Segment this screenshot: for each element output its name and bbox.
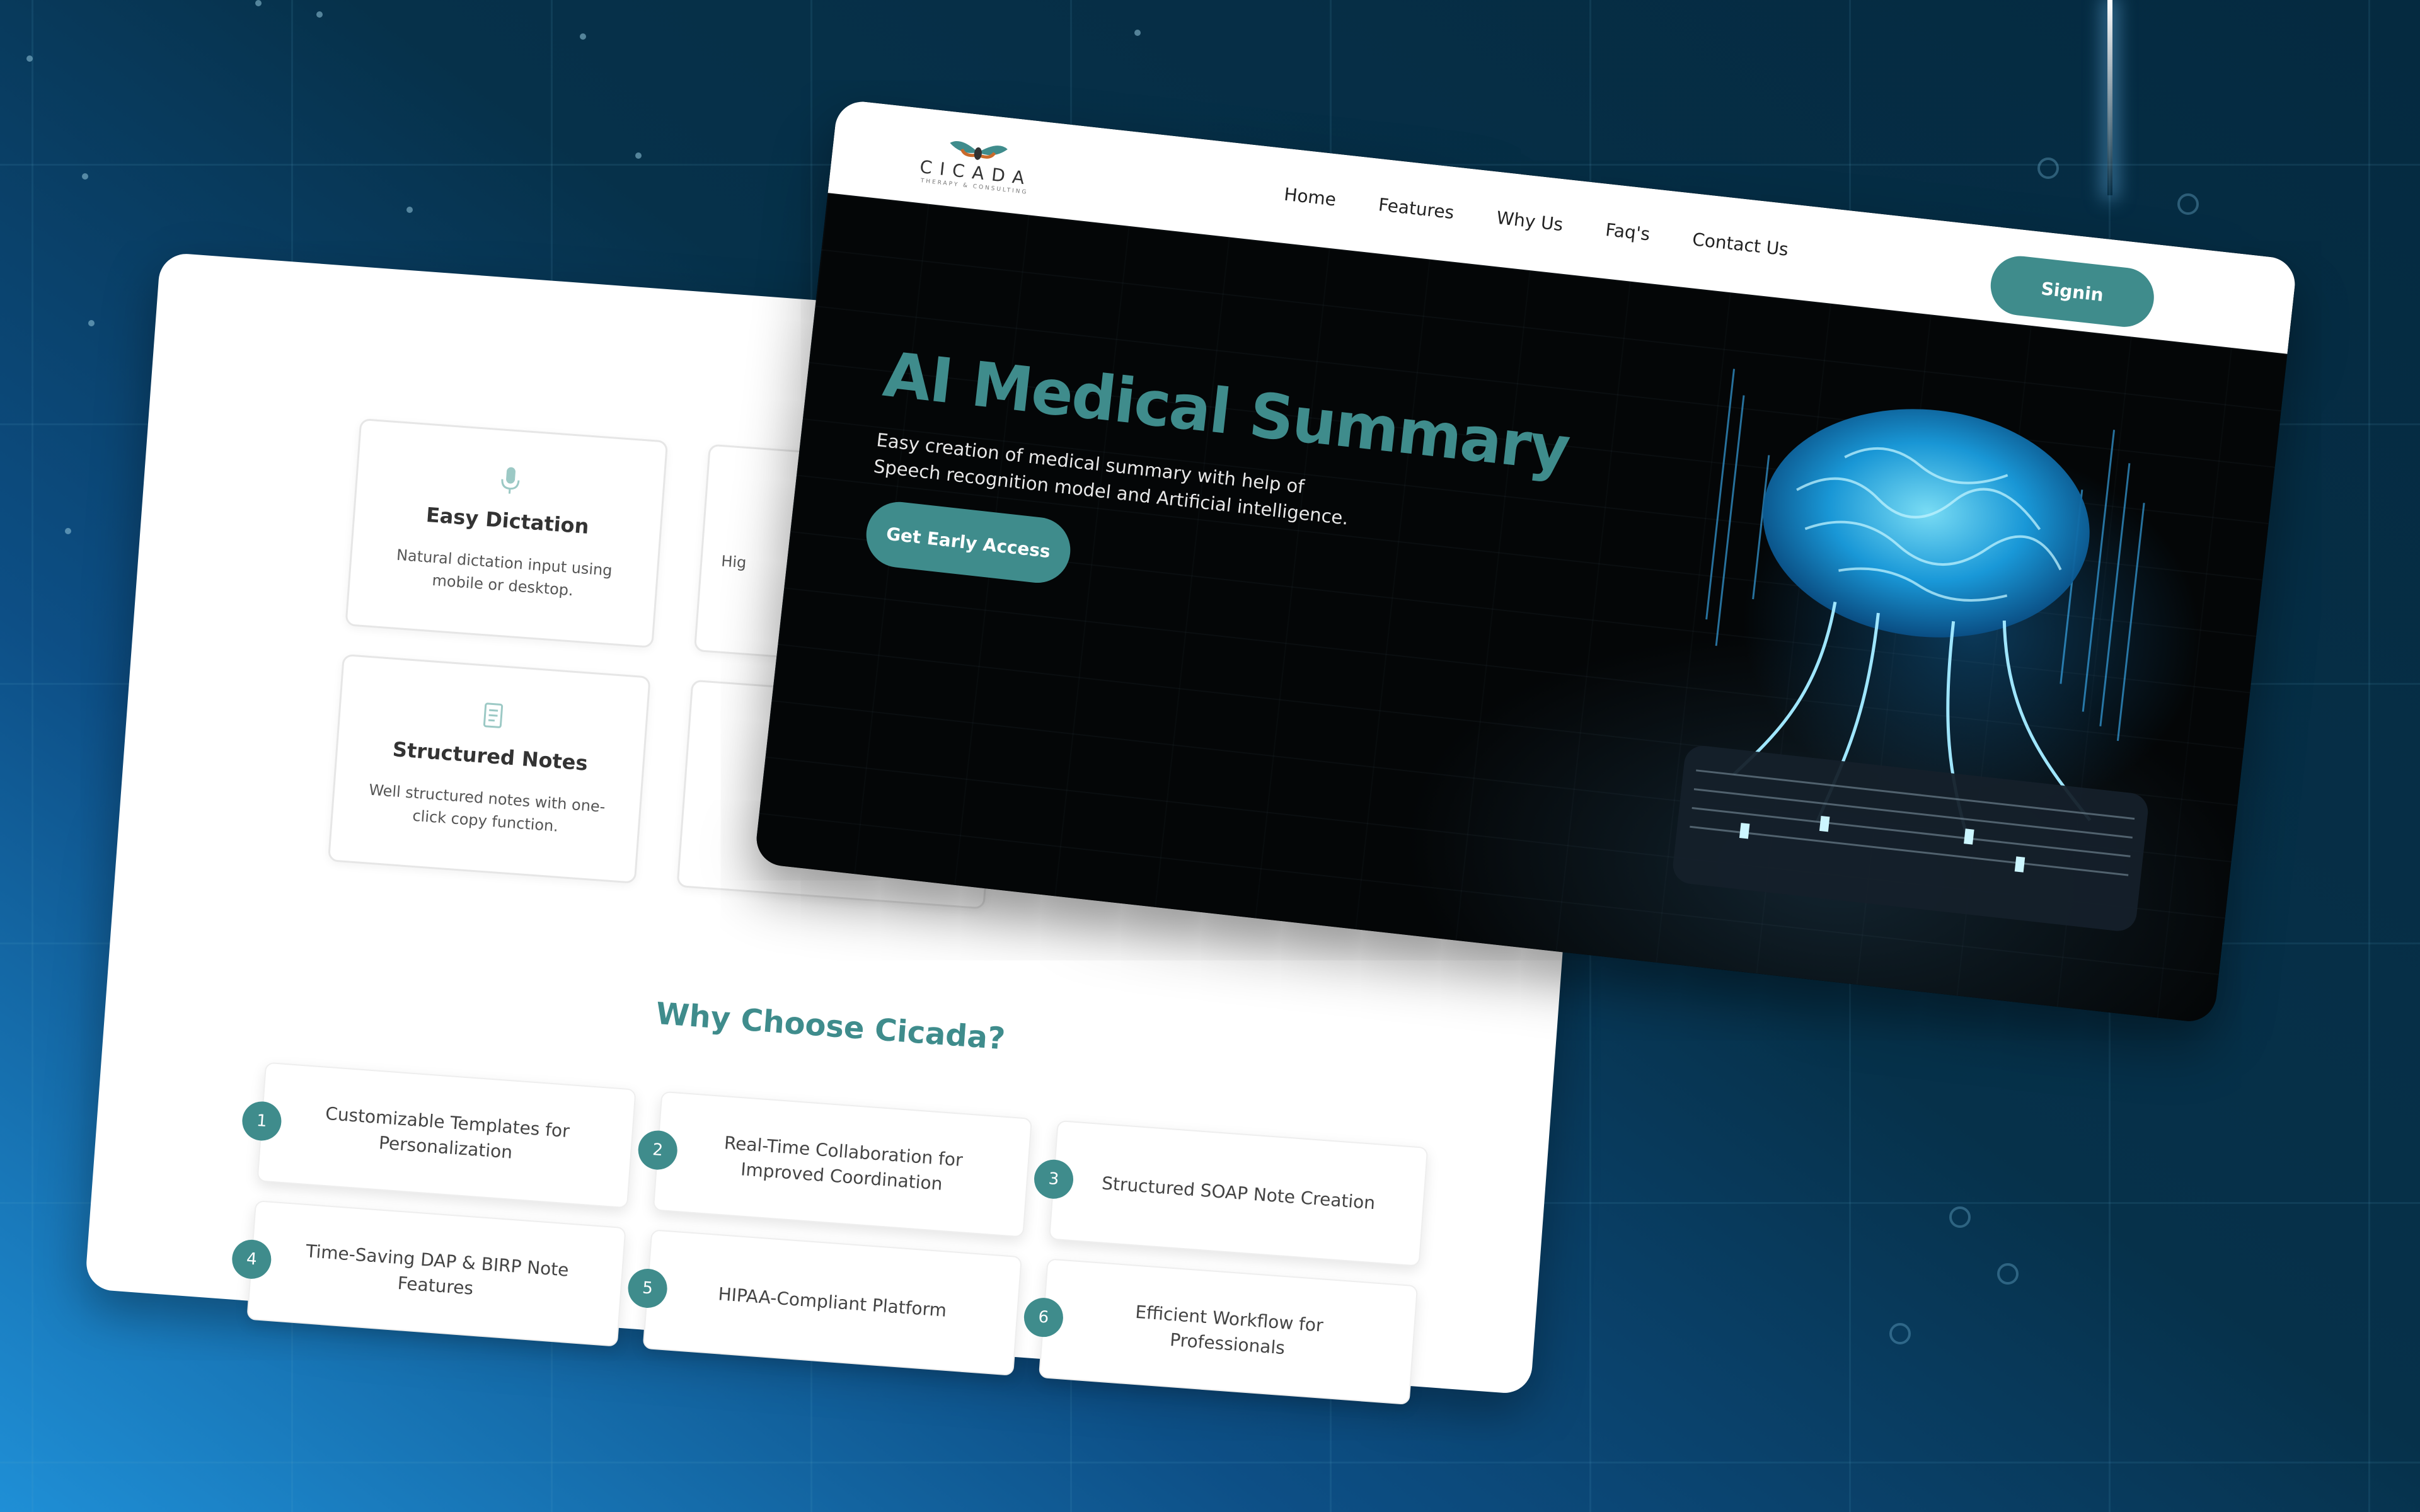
why-item-number: 2 [637,1129,679,1171]
why-item-number: 4 [231,1238,273,1281]
feature-description: Natural dictation input using mobile or … [396,546,613,600]
why-item-text: Real-Time Collaboration for Improved Coo… [723,1132,964,1194]
nav-link-contact-us[interactable]: Contact Us [1691,229,1790,260]
microphone-icon [501,467,520,494]
background-ring [2177,193,2199,215]
why-item-number: 1 [241,1100,283,1142]
why-item-number: 5 [626,1267,669,1310]
signin-button[interactable]: Signin [1987,253,2157,330]
why-item: 3 Structured SOAP Note Creation [1032,1120,1429,1267]
background-ring [2037,158,2059,179]
nav-link-features[interactable]: Features [1378,194,1455,223]
why-item-text: Customizable Templates for Personalizati… [325,1102,570,1163]
why-item-number: 3 [1032,1158,1075,1200]
feature-card-structured-notes: Structured Notes Well structured notes w… [327,653,651,884]
background-dot [255,0,262,6]
nav-link-why-us[interactable]: Why Us [1495,207,1564,235]
feature-description: Well structured notes with one-click cop… [368,781,606,835]
brain-illustration [1673,369,2148,931]
why-item-text: Time-Saving DAP & BIRP Note Features [305,1240,570,1299]
why-item: 2 Real-Time Collaboration for Improved C… [637,1091,1033,1238]
background-dot [1134,30,1141,36]
why-item-text: HIPAA-Compliant Platform [717,1283,948,1321]
why-item-number: 6 [1022,1296,1065,1339]
feature-card-easy-dictation: Easy Dictation Natural dictation input u… [345,418,669,648]
background-dot [88,320,95,326]
cicada-logo[interactable]: CICADA THERAPY & CONSULTING [911,125,1043,202]
why-item-text: Structured SOAP Note Creation [1101,1172,1376,1214]
background-ring [1889,1323,1911,1344]
background-dot [65,528,71,534]
feature-title: Easy Dictation [425,503,590,539]
background-ring [1949,1206,1971,1228]
background-dot [580,33,586,40]
nav-link-faqs[interactable]: Faq's [1605,219,1651,245]
document-icon [483,702,504,728]
why-item-text: Efficient Workflow for Professionals [1134,1301,1324,1359]
nav-links: Home Features Why Us Faq's Contact Us [1283,184,1790,260]
why-item: 1 Customizable Templates for Personaliza… [241,1062,637,1209]
background-dot [635,152,642,159]
background-dot [26,55,33,62]
light-beam [2107,0,2112,195]
feature-title: Structured Notes [391,737,589,776]
landing-page-card: CICADA THERAPY & CONSULTING Home Feature… [754,99,2298,1024]
background-dot [316,11,323,18]
nav-link-home[interactable]: Home [1283,184,1337,210]
background-ring [1997,1263,2019,1285]
background-dot [82,173,88,180]
background-dot [406,207,413,213]
